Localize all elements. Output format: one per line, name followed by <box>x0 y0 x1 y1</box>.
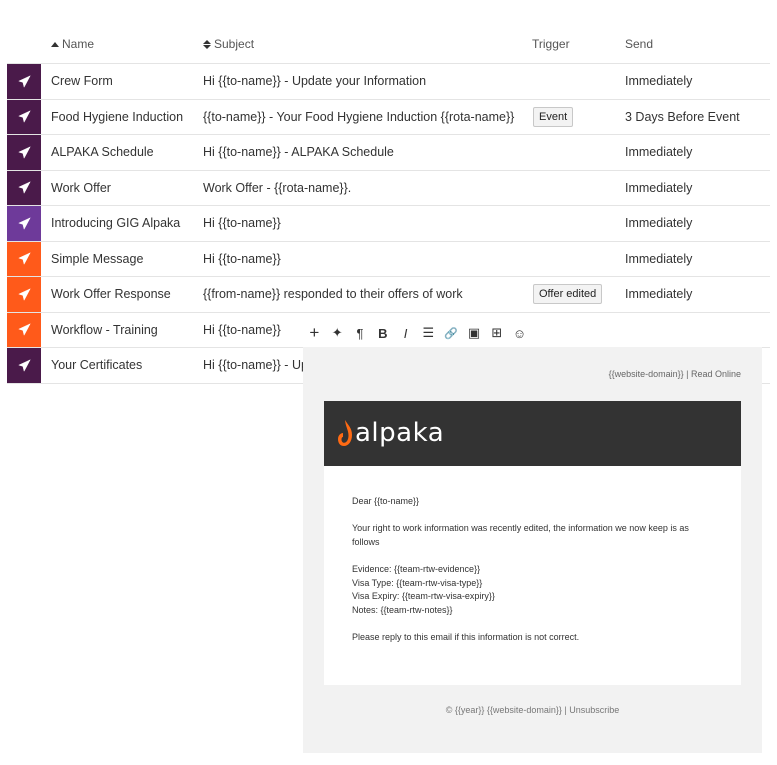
row-name[interactable]: Simple Message <box>51 242 143 277</box>
table-row[interactable]: Simple Message Hi {{to-name}} Immediately <box>7 241 770 277</box>
email-banner: alpaka <box>324 401 741 466</box>
row-subject: Hi {{to-name}} - Up <box>203 358 308 373</box>
template-type-icon <box>7 170 41 205</box>
template-type-icon <box>7 99 41 134</box>
template-type-icon <box>7 312 41 347</box>
column-header-send: Send <box>625 37 654 51</box>
table-row[interactable]: Work Offer Response {{from-name}} respond… <box>7 277 770 313</box>
template-type-icon <box>7 241 41 276</box>
sparkle-icon[interactable]: ✦ <box>326 322 349 344</box>
list-icon[interactable]: ☰ <box>417 322 440 344</box>
column-header-subject[interactable]: Subject <box>203 37 254 51</box>
emoji-icon[interactable]: ☺ <box>508 322 531 344</box>
table-row[interactable]: Crew Form Hi {{to-name}} - Update your In… <box>7 64 770 100</box>
link-icon[interactable]: 🔗 <box>440 322 463 344</box>
template-type-icon <box>7 277 41 312</box>
table-row[interactable]: Food Hygiene Induction {{to-name}} - Your… <box>7 99 770 135</box>
row-send: Immediately <box>625 145 693 160</box>
row-subject: {{from-name}} responded to their offers … <box>203 287 463 302</box>
email-intro-line-2: follows <box>352 537 380 547</box>
row-send: Immediately <box>625 251 693 266</box>
template-type-icon <box>7 64 41 99</box>
row-name[interactable]: Crew Form <box>51 64 113 99</box>
template-type-icon <box>7 206 41 241</box>
email-header-links[interactable]: {{website-domain}} | Read Online <box>609 369 741 379</box>
email-visa-expiry: Visa Expiry: {{team-rtw-visa-expiry}} <box>352 591 495 601</box>
flame-logo-icon <box>338 420 352 446</box>
template-type-icon <box>7 135 41 170</box>
table-row[interactable]: ALPAKA Schedule Hi {{to-name}} - ALPAKA S… <box>7 135 770 171</box>
row-subject: Hi {{to-name}} <box>203 216 281 231</box>
row-name[interactable]: Your Certificates <box>51 348 142 383</box>
add-icon[interactable]: + <box>303 322 326 344</box>
email-greeting: Dear {{to-name}} <box>352 496 420 506</box>
trigger-badge: Offer edited <box>533 284 603 305</box>
editor-toolbar: + ✦ ¶ B I ☰ 🔗 ▣ ⊞ ☺ <box>303 322 531 344</box>
italic-icon[interactable]: I <box>394 322 417 344</box>
paragraph-icon[interactable]: ¶ <box>349 322 372 344</box>
row-send: Immediately <box>625 287 693 302</box>
row-name[interactable]: Work Offer <box>51 171 111 206</box>
row-name[interactable]: Introducing GIG Alpaka <box>51 206 180 241</box>
column-header-trigger: Trigger <box>532 37 570 51</box>
row-subject: Hi {{to-name}} <box>203 251 281 266</box>
table-header: Name Subject Trigger Send <box>7 26 770 64</box>
email-body: Dear {{to-name}} Your right to work info… <box>324 466 741 685</box>
email-footer[interactable]: © {{year}} {{website-domain}} | Unsubscr… <box>303 705 762 715</box>
email-intro-line-1: Your right to work information was recen… <box>352 523 689 533</box>
row-subject: Work Offer - {{rota-name}}. <box>203 180 352 195</box>
row-subject: Hi {{to-name}} - ALPAKA Schedule <box>203 145 394 160</box>
table-row[interactable]: Work Offer Work Offer - {{rota-name}}. Imm… <box>7 170 770 206</box>
row-send: Immediately <box>625 180 693 195</box>
email-evidence: Evidence: {{team-rtw-evidence}} <box>352 564 481 574</box>
sort-icon <box>203 39 211 49</box>
row-subject: {{to-name}} - Your Food Hygiene Inductio… <box>203 109 515 124</box>
trigger-badge: Event <box>533 106 574 127</box>
row-send: Immediately <box>625 216 693 231</box>
email-preview: {{website-domain}} | Read Online alpaka … <box>303 347 762 753</box>
row-name[interactable]: Work Offer Response <box>51 277 171 312</box>
row-name[interactable]: Workflow - Training <box>51 313 158 348</box>
bold-icon[interactable]: B <box>371 322 394 344</box>
row-subject: Hi {{to-name}} - Update your Information <box>203 74 427 89</box>
image-icon[interactable]: ▣ <box>463 322 486 344</box>
email-visa-type: Visa Type: {{team-rtw-visa-type}} <box>352 578 483 588</box>
email-notes: Notes: {{team-rtw-notes}} <box>352 605 453 615</box>
table-row[interactable]: Introducing GIG Alpaka Hi {{to-name}} Imme… <box>7 206 770 242</box>
sort-ascending-icon <box>51 41 59 47</box>
table-icon[interactable]: ⊞ <box>485 322 508 344</box>
row-send: 3 Days Before Event <box>625 109 740 124</box>
row-subject: Hi {{to-name}} <box>203 322 281 337</box>
email-closing: Please reply to this email if this infor… <box>352 632 580 642</box>
column-header-name[interactable]: Name <box>51 37 94 51</box>
row-send: Immediately <box>625 74 693 89</box>
template-type-icon <box>7 348 41 383</box>
row-name[interactable]: ALPAKA Schedule <box>51 135 154 170</box>
row-name[interactable]: Food Hygiene Induction <box>51 100 183 135</box>
alpaka-logo: alpaka <box>337 415 444 451</box>
